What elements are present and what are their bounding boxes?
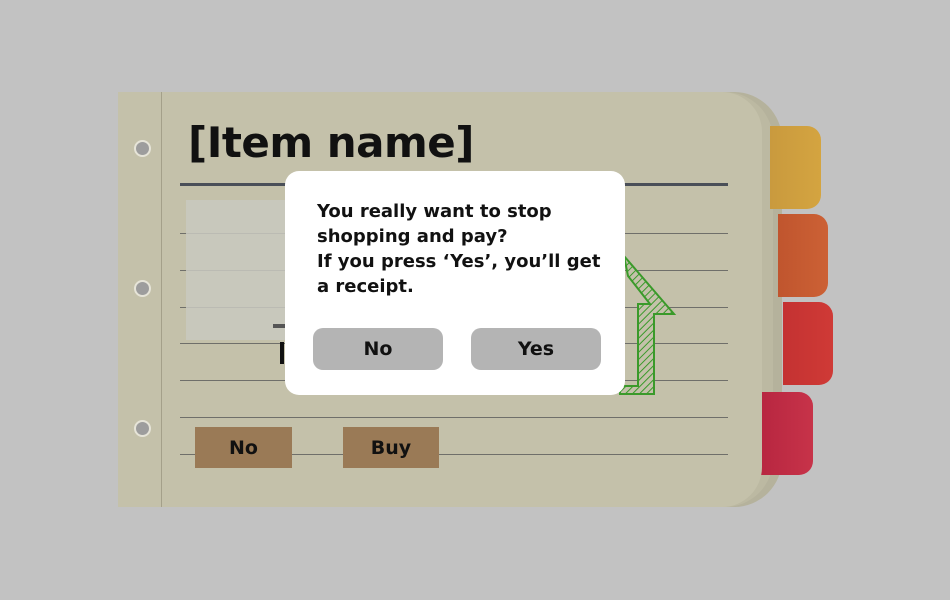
margin-line: [161, 92, 162, 507]
green-up-arrow-icon: [619, 254, 677, 395]
notebook-tab-2[interactable]: [778, 214, 828, 297]
notebook-tab-3[interactable]: [783, 302, 833, 385]
no-button[interactable]: No: [195, 427, 292, 468]
dialog-message-line: You really want to stop: [317, 201, 552, 222]
ruled-line: [180, 417, 728, 418]
binder-hole: [134, 140, 151, 157]
item-name-title: [Item name]: [188, 118, 474, 167]
binder-hole: [134, 280, 151, 297]
dialog-yes-button[interactable]: Yes: [471, 328, 601, 370]
confirm-checkout-dialog: You really want to stop shopping and pay…: [285, 171, 625, 395]
dialog-no-button[interactable]: No: [313, 328, 443, 370]
dialog-message-line: a receipt.: [317, 276, 414, 297]
game-screen: [Item name] No Buy You really want to st…: [0, 0, 950, 600]
dialog-message-line: shopping and pay?: [317, 226, 508, 247]
dialog-message: You really want to stop shopping and pay…: [317, 199, 607, 299]
binder-hole: [134, 420, 151, 437]
notebook-tab-1[interactable]: [770, 126, 821, 209]
dialog-message-line: If you press ‘Yes’, you’ll get: [317, 251, 601, 272]
buy-button[interactable]: Buy: [343, 427, 439, 468]
